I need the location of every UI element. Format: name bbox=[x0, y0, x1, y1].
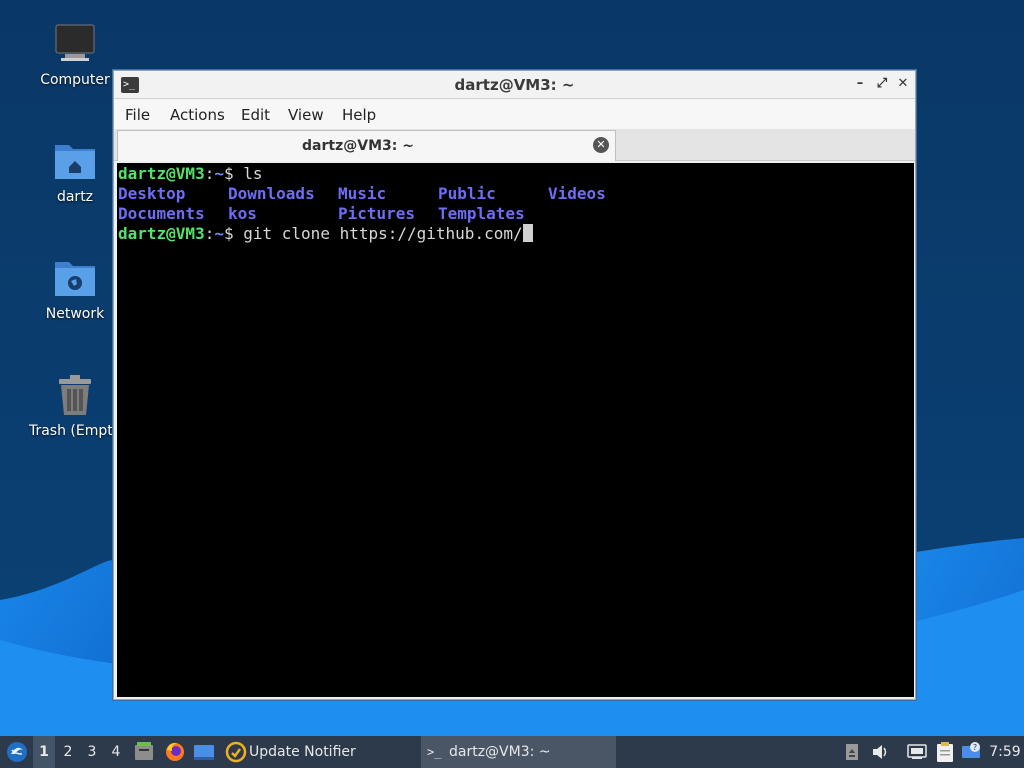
clipboard-icon[interactable] bbox=[934, 736, 956, 768]
prompt-end: $ bbox=[223, 164, 244, 183]
prompt-user: dartz@VM3 bbox=[118, 224, 205, 243]
close-button[interactable]: ✕ bbox=[894, 75, 912, 93]
monitor-icon bbox=[51, 20, 99, 68]
dir-entry: Desktop bbox=[118, 184, 186, 203]
prompt-separator: : bbox=[204, 164, 215, 183]
terminal-task-icon: >_ bbox=[427, 745, 442, 759]
terminal-line: dartz@VM3:~$ ls bbox=[118, 164, 914, 184]
eject-icon[interactable] bbox=[844, 736, 860, 768]
update-notifier-label: Update Notifier bbox=[249, 744, 356, 760]
text-cursor bbox=[522, 224, 533, 242]
start-menu-button[interactable] bbox=[4, 736, 30, 768]
desktop-icon-network[interactable]: Network bbox=[25, 254, 125, 322]
prompt-path: ~ bbox=[214, 224, 224, 243]
trash-icon bbox=[51, 371, 99, 419]
desktop-icon-label: Trash (Empty bbox=[28, 423, 122, 439]
file-manager-icon[interactable] bbox=[133, 736, 155, 768]
terminal-output[interactable]: dartz@VM3:~$ ls Desktop Downloads Music Publ… bbox=[117, 163, 914, 697]
workspace-1[interactable]: 1 bbox=[33, 736, 55, 768]
clock[interactable]: 7:59 bbox=[988, 736, 1022, 768]
dir-entry: Pictures bbox=[338, 204, 416, 223]
svg-text:?: ? bbox=[973, 743, 977, 752]
workspace-3[interactable]: 3 bbox=[81, 736, 103, 768]
workspace-2[interactable]: 2 bbox=[57, 736, 79, 768]
desktop-icon-label: Network bbox=[45, 306, 105, 322]
terminal-line: Documents kos Pictures Templates bbox=[118, 204, 914, 224]
dir-entry: Documents bbox=[118, 204, 205, 223]
notification-icon[interactable]: ? bbox=[960, 736, 982, 768]
desktop-icon[interactable] bbox=[193, 736, 215, 768]
terminal-line: dartz@VM3:~$ git clone https://github.co… bbox=[118, 224, 914, 244]
desktop-icon-home[interactable]: dartz bbox=[25, 137, 125, 205]
prompt-end: $ bbox=[223, 224, 244, 243]
command-input: git clone https://github.com/ bbox=[243, 224, 523, 243]
menu-bar: File Actions Edit View Help bbox=[114, 99, 915, 129]
tab-terminal[interactable]: dartz@VM3: ~ ✕ bbox=[117, 130, 616, 161]
firefox-icon[interactable] bbox=[163, 736, 187, 768]
update-notifier-icon bbox=[225, 741, 247, 763]
prompt-user: dartz@VM3 bbox=[118, 164, 205, 183]
window-title: dartz@VM3: ~ bbox=[454, 76, 575, 94]
dir-entry: Templates bbox=[438, 204, 525, 223]
desktop-icon-computer[interactable]: Computer bbox=[25, 20, 125, 88]
dir-entry: Music bbox=[338, 184, 387, 203]
menu-view[interactable]: View bbox=[288, 106, 324, 124]
desktop-icon-trash[interactable]: Trash (Empty bbox=[25, 371, 125, 439]
terminal-window: >_ dartz@VM3: ~ – ⤢ ✕ File Actions Edit … bbox=[113, 70, 916, 700]
desktop-icon-label: dartz bbox=[56, 189, 94, 205]
workspace-4[interactable]: 4 bbox=[105, 736, 127, 768]
menu-edit[interactable]: Edit bbox=[241, 106, 270, 124]
dir-entry: Downloads bbox=[228, 184, 315, 203]
dir-entry: kos bbox=[228, 204, 257, 223]
prompt-separator: : bbox=[204, 224, 215, 243]
maximize-button[interactable]: ⤢ bbox=[873, 75, 891, 93]
network-folder-icon bbox=[51, 254, 99, 302]
lubuntu-logo-icon bbox=[7, 742, 27, 762]
update-notifier-button[interactable]: Update Notifier bbox=[225, 736, 415, 768]
tab-close-icon[interactable]: ✕ bbox=[593, 137, 609, 153]
tab-bar: dartz@VM3: ~ ✕ bbox=[114, 129, 915, 161]
window-titlebar[interactable]: >_ dartz@VM3: ~ – ⤢ ✕ bbox=[114, 71, 915, 99]
menu-actions[interactable]: Actions bbox=[170, 106, 225, 124]
tab-label: dartz@VM3: ~ bbox=[302, 138, 414, 154]
taskbar-task-terminal[interactable]: >_ dartz@VM3: ~ bbox=[421, 736, 616, 768]
menu-help[interactable]: Help bbox=[342, 106, 376, 124]
dir-entry: Videos bbox=[548, 184, 606, 203]
prompt-path: ~ bbox=[214, 164, 224, 183]
terminal-line: Desktop Downloads Music Public Videos bbox=[118, 184, 914, 204]
network-icon[interactable] bbox=[906, 736, 928, 768]
desktop-icon-label: Computer bbox=[40, 72, 110, 88]
home-folder-icon bbox=[51, 137, 99, 185]
minimize-button[interactable]: – bbox=[851, 75, 869, 93]
volume-icon[interactable] bbox=[870, 736, 890, 768]
dir-entry: Public bbox=[438, 184, 496, 203]
menu-file[interactable]: File bbox=[125, 106, 150, 124]
taskbar: 1 2 3 4 Update Notifier >_ dartz@VM3: ~ … bbox=[0, 736, 1024, 768]
command-text: ls bbox=[243, 164, 263, 183]
task-terminal-label: dartz@VM3: ~ bbox=[449, 744, 551, 760]
